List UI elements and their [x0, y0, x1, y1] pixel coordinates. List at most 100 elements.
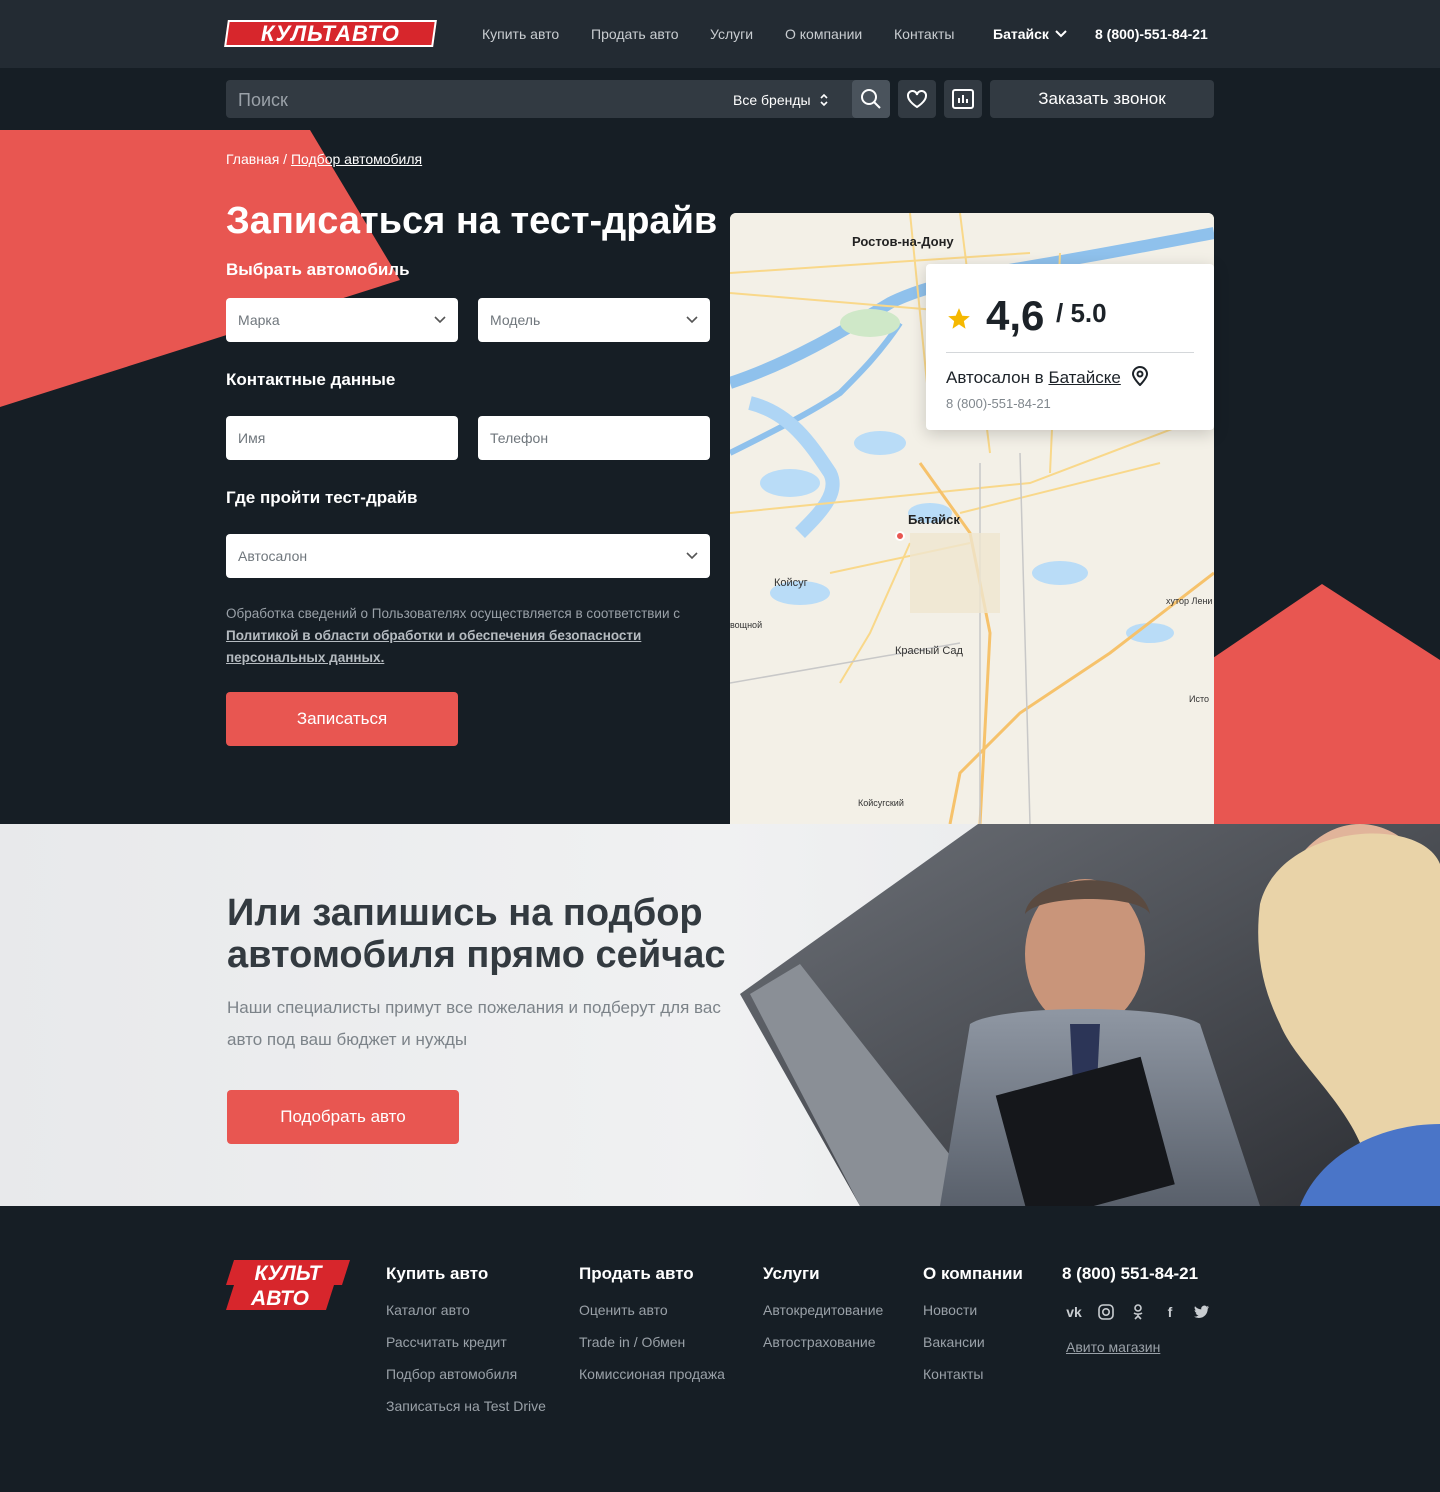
promo-title: Или запишись на подбор автомобиля прямо … [227, 892, 726, 976]
callback-button[interactable]: Заказать звонок [990, 80, 1214, 118]
nav-sell[interactable]: Продать авто [591, 26, 679, 42]
contacts-heading: Контактные данные [226, 370, 396, 389]
chevron-down-icon [434, 316, 446, 324]
rating-max: / 5.0 [1056, 298, 1107, 328]
footer-col-buy: Купить авто Каталог авто Рассчитать кред… [386, 1264, 546, 1430]
footer-link[interactable]: Автокредитование [763, 1302, 883, 1334]
footer-link[interactable]: Подбор автомобиля [386, 1366, 546, 1398]
decor-shape-right [1210, 584, 1440, 824]
breadcrumb-home[interactable]: Главная [226, 151, 279, 167]
dealer-label: Автосалон в [946, 368, 1049, 387]
footer-col-title[interactable]: О компании [923, 1264, 1023, 1284]
instagram-icon[interactable] [1098, 1304, 1114, 1320]
footer-link[interactable]: Рассчитать кредит [386, 1334, 546, 1366]
name-placeholder: Имя [238, 430, 266, 446]
social-links: vk f [1066, 1304, 1210, 1320]
salesman-photo [740, 824, 1440, 1206]
footer-col-sell: Продать авто Оценить авто Trade in / Обм… [579, 1264, 725, 1398]
brand-placeholder: Марка [238, 312, 280, 328]
footer-col-about: О компании Новости Вакансии Контакты [923, 1264, 1023, 1398]
avito-link[interactable]: Авито магазин [1066, 1339, 1160, 1355]
footer-link[interactable]: Trade in / Обмен [579, 1334, 725, 1366]
footer-link[interactable]: Новости [923, 1302, 1023, 1334]
footer: КУЛЬТ АВТО Купить авто Каталог авто Расс… [0, 1206, 1440, 1492]
search-button[interactable] [852, 80, 890, 118]
where-heading: Где пройти тест-драйв [226, 488, 418, 507]
search-input[interactable]: Поиск Все бренды [226, 80, 890, 118]
top-header: КУЛЬТАВТО Купить авто Продать авто Услуг… [0, 0, 1440, 68]
map-label-lenin: хутор Лени [1166, 596, 1213, 606]
breadcrumb: Главная / Подбор автомобиля [226, 151, 422, 167]
footer-link[interactable]: Оценить авто [579, 1302, 725, 1334]
rating-value: 4,6 [986, 292, 1045, 339]
salon-select[interactable]: Автосалон [226, 534, 710, 578]
footer-link[interactable]: Записаться на Test Drive [386, 1398, 546, 1430]
sort-arrows-icon [820, 93, 828, 107]
choose-car-heading: Выбрать автомобиль [226, 260, 410, 279]
header-phone[interactable]: 8 (800)-551-84-21 [1095, 26, 1208, 42]
location-pin-icon [1131, 366, 1148, 387]
search-placeholder: Поиск [238, 90, 288, 110]
salon-placeholder: Автосалон [238, 548, 308, 564]
chevron-down-icon [1055, 30, 1067, 38]
odnoklassniki-icon[interactable] [1130, 1304, 1146, 1320]
model-placeholder: Модель [490, 312, 541, 328]
map-label-bataysk: Батайск [908, 512, 960, 527]
nav-contacts[interactable]: Контакты [894, 26, 954, 42]
search-icon [861, 89, 881, 109]
nav-buy[interactable]: Купить авто [482, 26, 559, 42]
vk-icon[interactable]: vk [1066, 1304, 1082, 1320]
svg-text:АВТО: АВТО [250, 1287, 309, 1310]
footer-link[interactable]: Вакансии [923, 1334, 1023, 1366]
city-selector[interactable]: Батайск [993, 26, 1067, 42]
chevron-down-icon [686, 316, 698, 324]
dealer-phone[interactable]: 8 (800)-551-84-21 [946, 396, 1051, 411]
privacy-policy-link[interactable]: Политикой в области обработки и обеспече… [226, 628, 641, 665]
promo-section: Или запишись на подбор автомобиля прямо … [0, 824, 1440, 1206]
phone-placeholder: Телефон [490, 430, 549, 446]
favorites-button[interactable] [898, 80, 936, 118]
brand-select[interactable]: Марка [226, 298, 458, 342]
privacy-notice: Обработка сведений о Пользователях осуще… [226, 603, 706, 669]
map-label-isto: Исто [1189, 694, 1209, 704]
heart-icon [907, 89, 927, 109]
footer-link[interactable]: Каталог авто [386, 1302, 546, 1334]
submit-button[interactable]: Записаться [226, 692, 458, 746]
footer-col-title[interactable]: Продать авто [579, 1264, 725, 1284]
breadcrumb-separator: / [279, 151, 291, 167]
nav-about[interactable]: О компании [785, 26, 862, 42]
brands-label: Все бренды [733, 92, 811, 108]
map-label-koysug: Койсуг [774, 577, 808, 589]
twitter-icon[interactable] [1194, 1304, 1210, 1320]
dealer-name: Автосалон в Батайске [946, 366, 1148, 388]
test-drive-section: Главная / Подбор автомобиля Записаться н… [0, 130, 1440, 824]
star-icon [948, 308, 970, 329]
footer-link[interactable]: Контакты [923, 1366, 1023, 1398]
divider [946, 352, 1194, 353]
phone-field[interactable]: Телефон [478, 416, 710, 460]
model-select[interactable]: Модель [478, 298, 710, 342]
name-field[interactable]: Имя [226, 416, 458, 460]
footer-link[interactable]: Комиссионая продажа [579, 1366, 725, 1398]
footer-col-services: Услуги Автокредитование Автострахование [763, 1264, 883, 1366]
dealer-city-link[interactable]: Батайске [1048, 368, 1120, 387]
footer-phone[interactable]: 8 (800) 551-84-21 [1062, 1264, 1198, 1284]
footer-col-title[interactable]: Услуги [763, 1264, 883, 1284]
pick-car-button[interactable]: Подобрать авто [227, 1090, 459, 1144]
nav-services[interactable]: Услуги [710, 26, 753, 42]
footer-link[interactable]: Автострахование [763, 1334, 883, 1366]
brands-select[interactable]: Все бренды [733, 92, 829, 108]
facebook-icon[interactable]: f [1162, 1304, 1178, 1320]
map-label-voshnoy: вощной [730, 620, 763, 630]
footer-logo[interactable]: КУЛЬТ АВТО [226, 1260, 350, 1310]
rating-card: 4,6 / 5.0 Автосалон в Батайске 8 (800)-5… [926, 264, 1214, 430]
chart-icon [952, 89, 974, 109]
promo-text: Наши специалисты примут все пожелания и … [227, 998, 721, 1049]
page-title: Записаться на тест-драйв [226, 200, 718, 242]
compare-button[interactable] [944, 80, 982, 118]
privacy-text: Обработка сведений о Пользователях осуще… [226, 606, 681, 621]
footer-col-title[interactable]: Купить авто [386, 1264, 546, 1284]
logo[interactable]: КУЛЬТАВТО [224, 20, 437, 47]
breadcrumb-current[interactable]: Подбор автомобиля [291, 151, 422, 167]
city-label: Батайск [993, 26, 1049, 42]
